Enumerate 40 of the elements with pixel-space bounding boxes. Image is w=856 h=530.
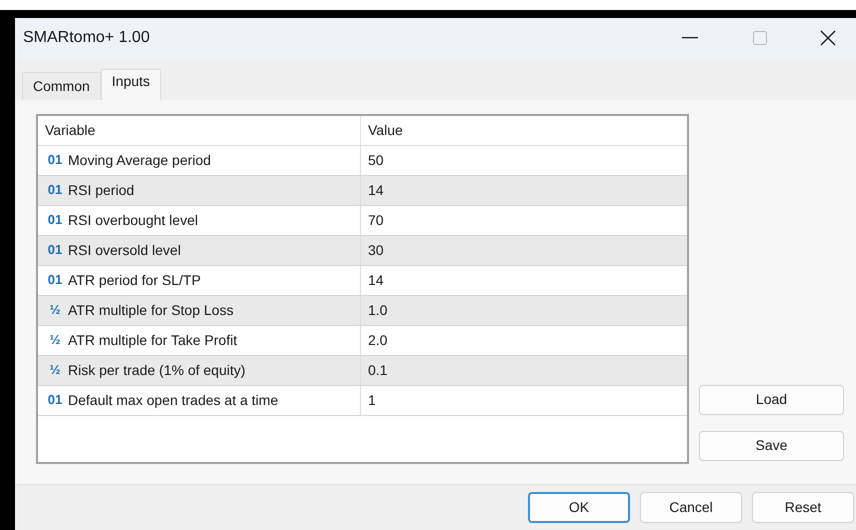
table-cell[interactable]: 50 xyxy=(368,150,384,171)
table-cell[interactable]: 14 xyxy=(368,270,384,291)
table-cell[interactable]: 70 xyxy=(368,210,384,231)
table-cell-text: ATR period for SL/TP xyxy=(68,270,201,290)
table-cell[interactable]: 1.0 xyxy=(368,300,388,321)
table-cell-text: Moving Average period xyxy=(68,150,211,170)
close-icon xyxy=(820,30,836,46)
type-icon: 01 xyxy=(42,390,68,410)
table-cell-text: RSI period xyxy=(68,180,134,200)
table-cell-text: RSI overbought level xyxy=(68,210,198,230)
table-cell-text: Risk per trade (1% of equity) xyxy=(68,360,246,380)
table-cell-text: Default max open trades at a time xyxy=(68,390,278,410)
type-icon: 01 xyxy=(42,150,68,170)
table-cell[interactable]: 14 xyxy=(368,180,384,201)
dialog-button[interactable]: Cancel xyxy=(640,492,742,523)
type-icon: ½ xyxy=(42,330,68,350)
side-button[interactable]: Save xyxy=(699,430,844,461)
table-cell-text: ATR multiple for Stop Loss xyxy=(68,300,234,320)
type-icon: 01 xyxy=(42,270,68,290)
tab[interactable]: Common xyxy=(22,72,101,100)
column-header[interactable]: Value xyxy=(361,116,687,145)
type-icon: 01 xyxy=(42,180,68,200)
type-icon: 01 xyxy=(42,240,68,260)
maximize-icon xyxy=(753,31,767,45)
table-cell-text: ATR multiple for Take Profit xyxy=(68,330,238,350)
dialog-button[interactable]: OK xyxy=(528,492,630,523)
type-icon: 01 xyxy=(42,210,68,230)
dialog-button[interactable]: Reset xyxy=(752,492,854,523)
table-cell[interactable]: 1 xyxy=(368,390,376,411)
column-header[interactable]: Variable xyxy=(38,116,361,145)
type-icon: ½ xyxy=(42,300,68,320)
table-cell[interactable]: 2.0 xyxy=(368,330,388,351)
tab[interactable]: Inputs xyxy=(100,68,161,100)
type-icon: ½ xyxy=(42,360,68,380)
table-cell[interactable]: 0.1 xyxy=(368,360,388,381)
side-button[interactable]: Load xyxy=(699,384,844,415)
window-title: SMARtomo+ 1.00 xyxy=(23,28,151,48)
minimize-icon xyxy=(682,37,698,39)
table-cell-text: RSI oversold level xyxy=(68,240,181,260)
table-cell[interactable]: 30 xyxy=(368,240,384,261)
